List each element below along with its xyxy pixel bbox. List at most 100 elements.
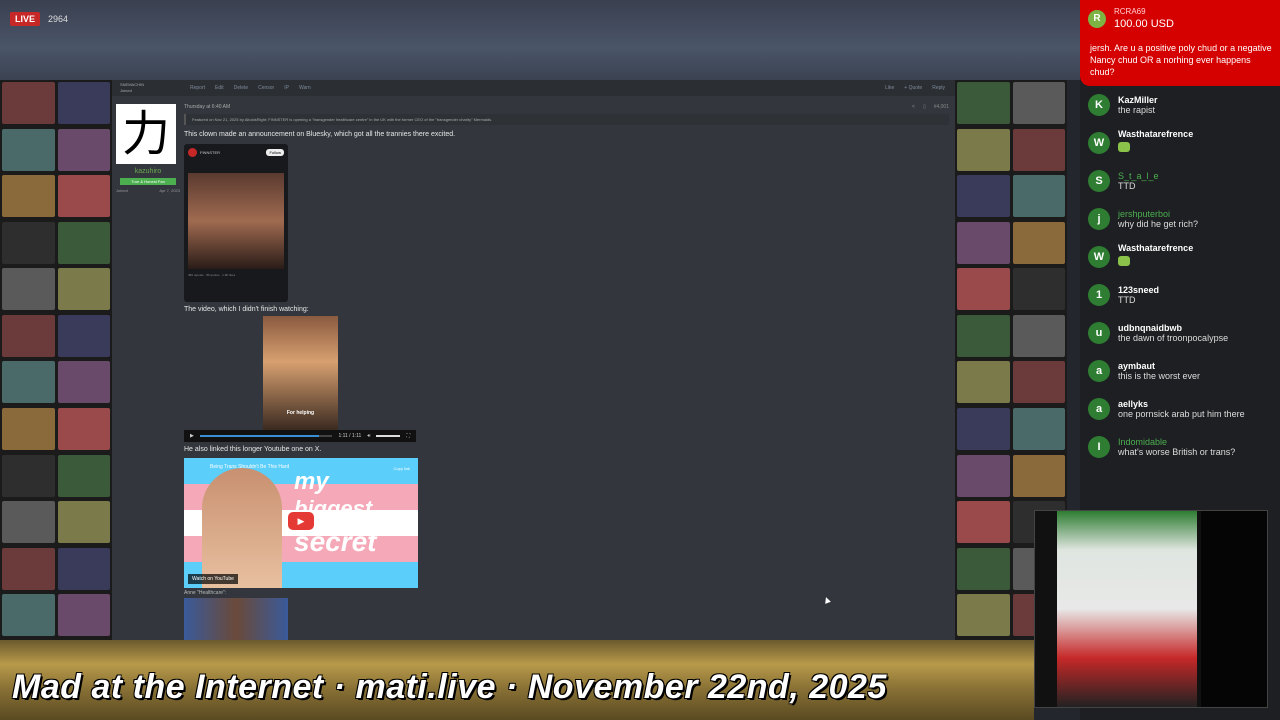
comic-tile [2, 314, 55, 357]
chat-avatar: 1 [1088, 284, 1110, 306]
play-icon[interactable]: ▶ [190, 433, 194, 439]
video-seek-bar[interactable] [199, 435, 333, 437]
post-text-2: The video, which I didn't finish watchin… [184, 306, 309, 313]
chat-username[interactable]: aymbaut [1118, 361, 1200, 371]
comic-tile [57, 454, 110, 497]
comic-tile [1012, 408, 1065, 451]
comic-tile [957, 128, 1010, 171]
chat-message: S S_t_a_l_e TTD [1080, 162, 1280, 200]
post-meta-icons: < ▯ #4,001 [912, 104, 949, 110]
post-timestamp[interactable]: Thursday at 6:40 AM [184, 104, 230, 110]
share-icon[interactable]: < [912, 104, 915, 110]
post-actions-right: Like + Quote Reply [885, 85, 955, 91]
avatar[interactable]: 力 [116, 104, 176, 164]
chat-message: j jershputerboi why did he get rich? [1080, 200, 1280, 238]
watch-on-youtube-button[interactable]: Watch on YouTube [188, 574, 238, 584]
post-action-edit[interactable]: Edit [215, 85, 224, 91]
comic-tile [1012, 82, 1065, 124]
emote-icon [1118, 142, 1130, 152]
superchat-name: RCRA69 [1114, 7, 1146, 16]
previous-joined-label: Joined [120, 88, 132, 93]
chat-username[interactable]: udbnqnaidbwb [1118, 323, 1228, 333]
user-panel: 力 kazuhiro True & Honest Fan Joined Apr … [116, 104, 180, 193]
comic-tile [957, 221, 1010, 264]
chat-username[interactable]: Wasthatarefrence [1118, 129, 1193, 139]
fullscreen-icon[interactable]: ⛶ [406, 433, 410, 439]
video-caption: For helping [286, 410, 315, 416]
post-text-3: He also linked this longer Youtube one o… [184, 446, 322, 453]
bookmark-icon[interactable]: ▯ [923, 104, 926, 110]
embed-author: FINNSTER [200, 150, 220, 155]
chat-text: what's worse British or trans? [1118, 447, 1236, 457]
webcam-dark-region [1201, 511, 1267, 707]
superchat-amount: 100.00 USD [1114, 18, 1174, 30]
chat-avatar: W [1088, 246, 1110, 268]
anne-video-thumbnail[interactable] [184, 598, 288, 640]
video-thumbnail[interactable]: For helping [263, 316, 338, 430]
chat-message: W Wasthatarefrence [1080, 124, 1280, 162]
chat-username[interactable]: aellyks [1118, 399, 1245, 409]
emote-icon [1118, 256, 1130, 266]
volume-slider[interactable] [376, 435, 401, 437]
viewer-count: 2964 [48, 14, 69, 24]
post-action-ip[interactable]: IP [284, 85, 289, 91]
comic-tile [957, 82, 1010, 124]
comic-tile [957, 268, 1010, 311]
joined-row: Joined Apr 7, 2023 [116, 188, 180, 193]
comic-tile [2, 454, 55, 497]
post-text-4: Anne "Healthcare": [184, 590, 227, 596]
youtube-title[interactable]: Being Trans Shouldn't Be This Hard [210, 464, 289, 470]
chat-avatar: I [1088, 436, 1110, 458]
chat-username[interactable]: Wasthatarefrence [1118, 243, 1193, 253]
chat-message: W Wasthatarefrence [1080, 238, 1280, 276]
comic-tile [1012, 175, 1065, 218]
follow-button[interactable]: Follow [266, 149, 284, 156]
comic-tile [2, 361, 55, 404]
comic-tile [957, 408, 1010, 451]
post-action-quote[interactable]: + Quote [904, 85, 922, 91]
joined-date: Apr 7, 2023 [159, 188, 180, 193]
copy-link-button[interactable]: Copy link [394, 466, 410, 471]
comic-tile [957, 314, 1010, 357]
chat-text: this is the worst ever [1118, 371, 1201, 381]
chat-username[interactable]: S_t_a_l_e [1118, 171, 1159, 181]
chat-username[interactable]: KazMiller [1118, 95, 1158, 105]
embed-photo [188, 173, 284, 269]
post-action-censor[interactable]: Censor [258, 85, 274, 91]
chat-message: a aellyks one pornsick arab put him there [1080, 390, 1280, 428]
seek-fill [199, 435, 320, 437]
username[interactable]: kazuhiro [116, 168, 180, 175]
post-actions-left: Report Edit Delete Censor IP Warn [190, 85, 311, 91]
previous-username: SNEMACHIN [120, 82, 145, 87]
embed-stats: 482 reposts · 86 quotes · 1.9K likes [188, 273, 236, 277]
chat-text: the rapist [1118, 105, 1156, 115]
post-number[interactable]: #4,001 [934, 104, 949, 110]
chat-username[interactable]: Indomidable [1118, 437, 1235, 447]
comic-collage-left [0, 80, 112, 640]
post-action-delete[interactable]: Delete [234, 85, 248, 91]
live-indicator: LIVE 2964 [10, 12, 68, 26]
chat-message: u udbnqnaidbwb the dawn of troonpocalypse [1080, 314, 1280, 352]
comic-tile [1012, 268, 1065, 311]
post-action-warn[interactable]: Warn [299, 85, 311, 91]
volume-icon[interactable]: 🔊︎ [367, 433, 370, 439]
superchat: R RCRA69 100.00 USD jersh. Are u a posit… [1080, 0, 1280, 86]
chat-text: why did he get rich? [1118, 219, 1199, 229]
post-action-reply[interactable]: Reply [932, 85, 945, 91]
mouse-cursor-icon [823, 596, 831, 604]
youtube-embed[interactable]: Being Trans Shouldn't Be This Hard Copy … [184, 458, 418, 588]
bluesky-embed[interactable]: FINNSTER Follow 482 reposts · 86 quotes … [184, 144, 288, 302]
comic-tile [2, 547, 55, 590]
chat-username[interactable]: jershputerboi [1118, 209, 1198, 219]
chat-username[interactable]: 123sneed [1118, 285, 1159, 295]
chat-message: I Indomidable what's worse British or tran… [1080, 428, 1280, 466]
post-action-like[interactable]: Like [885, 85, 894, 91]
comic-tile [57, 408, 110, 451]
comic-tile [1012, 221, 1065, 264]
chat-avatar: S [1088, 170, 1110, 192]
comic-tile [2, 82, 55, 124]
post-action-report[interactable]: Report [190, 85, 205, 91]
comic-tile [57, 221, 110, 264]
youtube-play-icon[interactable]: ▶ [288, 512, 314, 530]
chat-message: 1 123sneed TTD [1080, 276, 1280, 314]
